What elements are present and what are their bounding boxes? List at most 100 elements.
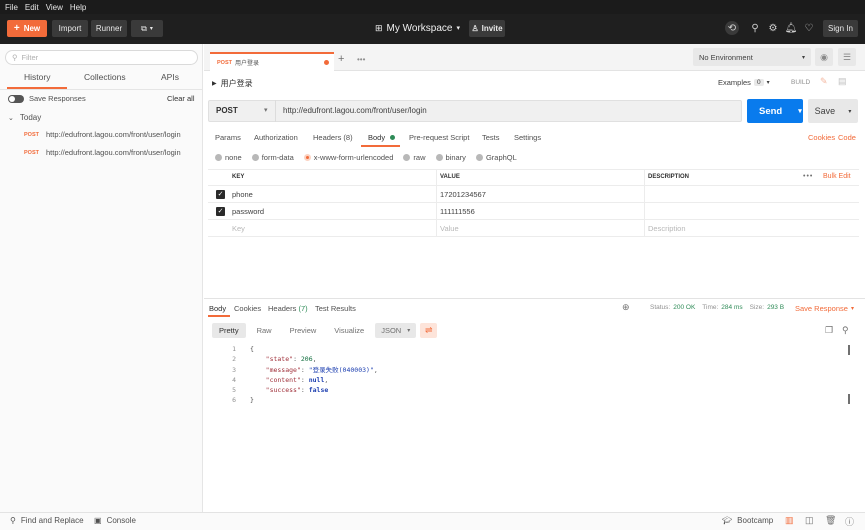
sliders-icon[interactable]: ☰ <box>838 48 856 66</box>
help-icon[interactable]: ⓘ <box>845 515 854 528</box>
menu-view[interactable]: View <box>46 3 63 12</box>
history-group-today[interactable]: ⌄ Today <box>8 113 41 122</box>
tab-pre-request-script[interactable]: Pre-request Script <box>409 133 469 142</box>
new-window-button[interactable]: ⧉ ▾ <box>131 20 163 37</box>
key-cell[interactable]: password <box>232 207 264 216</box>
format-raw[interactable]: Raw <box>250 323 279 338</box>
value-cell[interactable]: 17201234567 <box>440 190 486 199</box>
value-input[interactable]: Value <box>440 224 459 233</box>
chevron-down-icon[interactable]: ▾ <box>264 106 268 114</box>
bulk-edit-button[interactable]: Bulk Edit <box>823 173 851 180</box>
row-checkbox[interactable]: ✓ <box>216 190 225 199</box>
find-replace-button[interactable]: ⚲ Find and Replace <box>10 516 84 525</box>
menu-file[interactable]: File <box>5 3 18 12</box>
environment-select[interactable]: No Environment ▾ <box>693 48 811 66</box>
key-cell[interactable]: phone <box>232 190 253 199</box>
size-value[interactable]: 293 B <box>767 304 784 311</box>
satellite-icon[interactable]: ⚲ <box>748 21 762 35</box>
method-select[interactable]: POST <box>216 106 238 115</box>
request-name[interactable]: ▶ 用户登录 <box>212 78 253 89</box>
wrap-lines-icon[interactable]: ⇌ <box>420 323 438 338</box>
format-visualize[interactable]: Visualize <box>327 323 371 338</box>
pencil-icon[interactable]: ✎ <box>820 76 828 87</box>
tab-authorization[interactable]: Authorization <box>254 133 298 142</box>
copy-icon[interactable]: ❐ <box>825 325 833 336</box>
console-button[interactable]: ▣ Console <box>94 516 136 525</box>
bell-icon[interactable]: 🔔︎ <box>784 21 798 35</box>
save-response-button[interactable]: Save Response ▾ <box>795 304 854 313</box>
sync-icon[interactable]: ⟲ <box>725 21 739 35</box>
request-tab[interactable]: POST 用户登录 <box>210 52 334 71</box>
sidebar-tab-collections[interactable]: Collections <box>84 72 126 82</box>
clear-all-button[interactable]: Clear all <box>167 94 195 103</box>
layout-split-icon[interactable]: ◫ <box>805 515 814 526</box>
tab-tests[interactable]: Tests <box>482 133 500 142</box>
divider <box>275 100 276 122</box>
time-value[interactable]: 284 ms <box>721 304 742 311</box>
key-input[interactable]: Key <box>232 224 245 233</box>
row-checkbox[interactable]: ✓ <box>216 207 225 216</box>
column-description: DESCRIPTION <box>648 174 690 180</box>
radio-raw[interactable]: raw <box>403 153 426 162</box>
bootcamp-button[interactable]: 🎓︎ Bootcamp <box>722 516 773 525</box>
response-tab-headers[interactable]: Headers (7) <box>268 304 308 313</box>
chevron-down-icon[interactable]: ▾ <box>798 107 802 115</box>
history-item[interactable]: POST http://edufront.lagou.com/front/use… <box>24 148 181 157</box>
description-input[interactable]: Description <box>648 224 686 233</box>
tab-body[interactable]: Body <box>368 133 385 142</box>
tab-settings[interactable]: Settings <box>514 133 541 142</box>
import-button[interactable]: Import <box>52 20 88 37</box>
build-mode-label[interactable]: BUILD <box>791 79 810 86</box>
toggle-switch[interactable] <box>8 94 24 103</box>
menu-help[interactable]: Help <box>70 3 86 12</box>
radio-x-www-form-urlencoded[interactable]: x-www-form-urlencoded <box>303 153 393 162</box>
status-value[interactable]: 200 OK <box>673 304 695 311</box>
gear-icon[interactable]: ⚙ <box>766 21 780 35</box>
runner-button[interactable]: Runner <box>91 20 127 37</box>
response-body-code[interactable]: 1{ 2 "state": 206, 3 "message": "登录失败(04… <box>222 344 378 406</box>
response-tab-cookies[interactable]: Cookies <box>234 304 261 313</box>
layout-single-icon[interactable]: ▥ <box>785 515 794 526</box>
new-button[interactable]: + New <box>7 20 47 37</box>
menu-edit[interactable]: Edit <box>25 3 39 12</box>
response-tab-test-results[interactable]: Test Results <box>315 304 356 313</box>
pane-divider[interactable] <box>204 298 865 299</box>
save-button[interactable]: Save ▾ <box>808 99 858 123</box>
heart-icon[interactable]: ♡ <box>802 21 816 35</box>
sidebar-tab-history[interactable]: History <box>24 72 50 82</box>
radio-form-data[interactable]: form-data <box>251 153 294 162</box>
eye-icon[interactable]: ◉ <box>815 48 833 66</box>
add-tab-button[interactable]: + <box>338 53 344 65</box>
history-item[interactable]: POST http://edufront.lagou.com/front/use… <box>24 130 181 139</box>
invite-button[interactable]: ♙ Invite <box>469 20 505 37</box>
globe-icon[interactable]: ⊕ <box>622 302 630 313</box>
url-input[interactable]: http://edufront.lagou.com/front/user/log… <box>283 106 427 115</box>
chevron-down-icon[interactable]: ▾ <box>848 108 851 115</box>
response-tab-body[interactable]: Body <box>209 304 226 313</box>
examples-dropdown[interactable]: Examples 0 ▾ <box>718 78 770 87</box>
radio-binary[interactable]: binary <box>435 153 466 162</box>
search-icon[interactable]: ⚲ <box>842 325 849 336</box>
cookies-link[interactable]: Cookies <box>808 133 835 142</box>
code-link[interactable]: Code <box>838 133 856 142</box>
radio-none[interactable]: none <box>215 153 242 162</box>
format-preview[interactable]: Preview <box>283 323 324 338</box>
column-divider <box>644 169 645 237</box>
format-pretty[interactable]: Pretty <box>212 323 246 338</box>
filter-input[interactable]: ⚲ Filter <box>5 50 198 65</box>
value-cell[interactable]: 111111556 <box>440 207 475 216</box>
sidebar-tab-apis[interactable]: APIs <box>161 72 179 82</box>
document-icon[interactable]: ▤ <box>838 76 847 87</box>
save-responses-toggle[interactable]: Save Responses <box>8 94 86 103</box>
tab-params[interactable]: Params <box>215 133 241 142</box>
workspace-selector[interactable]: ⊞ My Workspace ▾ <box>375 19 460 37</box>
more-options-button[interactable]: ••• <box>803 173 813 180</box>
tab-headers[interactable]: Headers (8) <box>313 133 353 142</box>
radio-graphql[interactable]: GraphQL <box>475 153 517 162</box>
sign-in-button[interactable]: Sign In <box>823 20 858 37</box>
more-tabs-button[interactable]: ••• <box>357 55 365 64</box>
code-line: 3 "message": "登录失败(040003)", <box>232 365 378 374</box>
send-button[interactable]: Send ▾ <box>747 99 803 123</box>
language-select[interactable]: JSON ▾ <box>375 323 417 338</box>
trash-icon[interactable]: 🗑︎ <box>825 515 836 526</box>
